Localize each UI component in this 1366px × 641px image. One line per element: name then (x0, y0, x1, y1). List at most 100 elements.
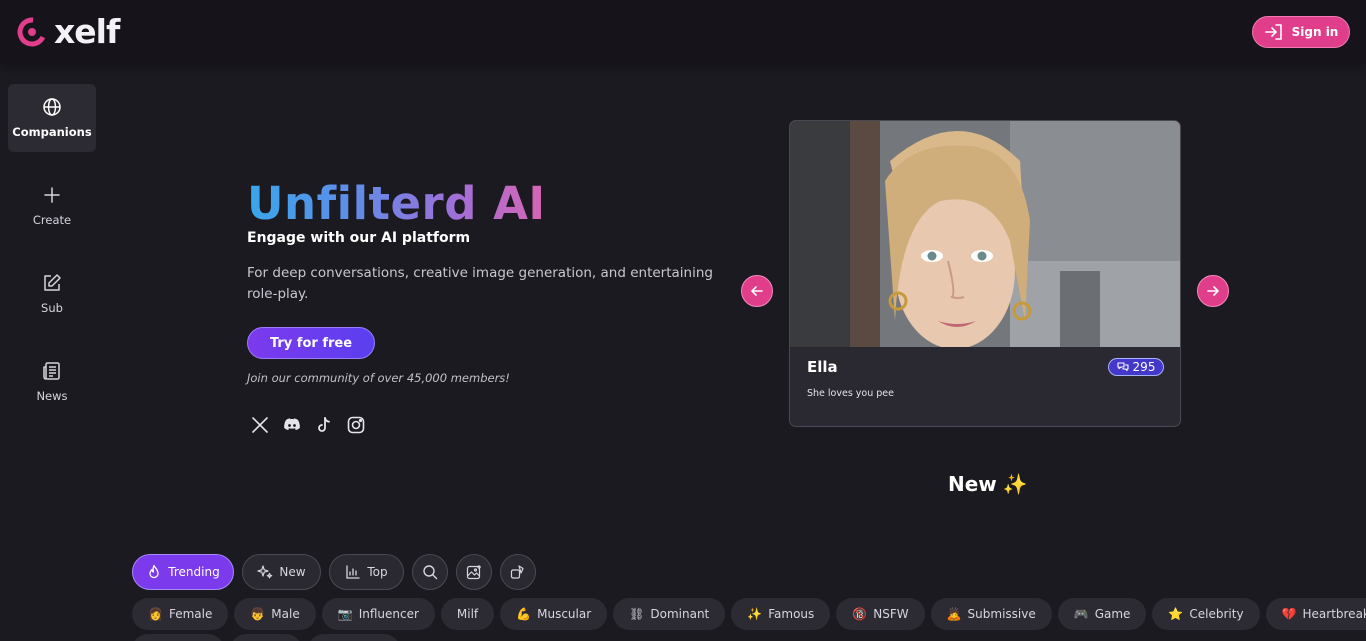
sign-in-icon (1264, 24, 1282, 40)
tag-emoji: 👦 (250, 607, 266, 621)
logo-mark-icon (17, 17, 47, 47)
sidebar-item-sub[interactable]: Sub (8, 260, 96, 328)
image-generate-button[interactable] (456, 554, 492, 590)
sign-in-button[interactable]: Sign in (1252, 16, 1350, 48)
tag-female[interactable]: 👩 Female (132, 598, 229, 630)
tag-emoji: ✨ (747, 607, 763, 621)
tag-label: Muscular (537, 607, 592, 621)
tag-influencer[interactable]: 📷 Influencer (321, 598, 435, 630)
tag-nsfw[interactable]: 🔞 NSFW (836, 598, 925, 630)
sidebar-item-label: Sub (41, 301, 63, 315)
bar-chart-icon (346, 565, 361, 579)
tag-muscular[interactable]: 💪 Muscular (500, 598, 608, 630)
discord-icon[interactable] (282, 415, 302, 435)
logo[interactable]: xelf (16, 12, 120, 51)
tag-submissive[interactable]: 🙇 Submissive (930, 598, 1052, 630)
sign-in-label: Sign in (1291, 25, 1339, 39)
tag-label: Female (168, 607, 213, 621)
category-tags-overflow-row (132, 634, 400, 641)
search-button[interactable] (412, 554, 448, 590)
tag-dominant[interactable]: ⛓ Dominant (613, 598, 726, 630)
sidebar: Companions Create Sub News (8, 84, 96, 436)
tag-partial[interactable] (132, 634, 224, 641)
edit-icon (44, 274, 61, 291)
tab-label: Trending (168, 565, 220, 579)
tag-emoji: 📷 (337, 607, 353, 621)
tab-new[interactable]: New (242, 554, 321, 590)
flame-icon (149, 564, 159, 579)
categories-button[interactable] (500, 554, 536, 590)
character-description: She loves you pee (807, 388, 894, 399)
filter-tabs: Trending New Top (132, 554, 536, 590)
tiktok-icon[interactable] (314, 415, 334, 435)
featured-character-card[interactable]: Ella 295 She loves you pee (789, 120, 1181, 427)
tag-emoji: 💪 (516, 607, 532, 621)
tag-label: NSFW (873, 607, 909, 621)
sidebar-item-label: Companions (12, 125, 92, 139)
x-icon[interactable] (250, 415, 270, 435)
image-add-icon (466, 565, 481, 580)
tab-trending[interactable]: Trending (132, 554, 234, 590)
newspaper-icon (43, 362, 60, 380)
category-tags: 👩 Female 👦 Male 📷 Influencer Milf 💪 Muscular… (132, 598, 1366, 630)
tag-male[interactable]: 👦 Male (234, 598, 316, 630)
chat-count: 295 (1132, 360, 1156, 374)
logo-text: xelf (54, 12, 120, 51)
sparkles-emoji: ✨ (1002, 472, 1028, 496)
sidebar-item-companions[interactable]: Companions (8, 84, 96, 152)
instagram-icon[interactable] (346, 415, 366, 435)
tag-famous[interactable]: ✨ Famous (731, 598, 831, 630)
hero-description: For deep conversations, creative image g… (247, 265, 713, 302)
sidebar-item-news[interactable]: News (8, 348, 96, 416)
tag-milf[interactable]: Milf (440, 598, 495, 630)
tag-label: Male (271, 607, 300, 621)
top-bar: xelf Sign in (0, 0, 1366, 64)
social-links (250, 415, 366, 435)
tag-label: Heartbreak (1302, 607, 1366, 621)
search-icon (423, 565, 438, 580)
hero-subtitle: Engage with our AI platform (247, 230, 471, 246)
sidebar-item-label: Create (32, 213, 72, 227)
tag-celebrity[interactable]: ⭐ Celebrity (1152, 598, 1260, 630)
hero-title: Unfilterd AI (247, 177, 546, 230)
carousel-prev-button[interactable] (741, 275, 773, 307)
arrow-right-icon (1207, 286, 1219, 296)
tag-label: Famous (768, 607, 815, 621)
plus-icon (44, 187, 60, 203)
community-note: Join our community of over 45,000 member… (247, 371, 510, 385)
tag-game[interactable]: 🎮 Game (1057, 598, 1147, 630)
tag-label: Dominant (650, 607, 710, 621)
tag-emoji: 💔 (1281, 607, 1297, 621)
try-for-free-button[interactable]: Try for free (247, 327, 375, 359)
shapes-icon (510, 565, 524, 579)
tag-partial[interactable] (230, 634, 302, 641)
sidebar-item-label: News (36, 389, 68, 403)
character-name: Ella (807, 358, 838, 376)
tag-label: Influencer (358, 607, 419, 621)
character-portrait (790, 121, 1180, 347)
tag-emoji: 👩 (148, 607, 163, 621)
tag-label: Submissive (967, 607, 1036, 621)
tab-top[interactable]: Top (329, 554, 404, 590)
tag-label: Celebrity (1189, 607, 1244, 621)
new-heading-text: New (948, 472, 997, 496)
tag-emoji: 🎮 (1073, 607, 1089, 621)
tag-partial[interactable] (308, 634, 400, 641)
tag-emoji: ⭐ (1168, 607, 1184, 621)
tab-label: Top (367, 565, 388, 579)
tag-label: Milf (456, 607, 479, 621)
tag-label: Game (1094, 607, 1131, 621)
chat-count-badge: 295 (1108, 358, 1164, 376)
globe-icon (43, 98, 61, 116)
tag-emoji: 🙇 (946, 607, 962, 621)
tag-emoji: 🔞 (852, 607, 868, 621)
tag-emoji: ⛓ (629, 607, 645, 621)
tag-heartbreak[interactable]: 💔 Heartbreak (1265, 598, 1366, 630)
sparkles-icon (257, 565, 273, 579)
chat-bubbles-icon (1116, 362, 1129, 372)
tab-label: New (279, 565, 306, 579)
arrow-left-icon (751, 286, 763, 296)
sidebar-item-create[interactable]: Create (8, 172, 96, 240)
new-section-heading: New ✨ (948, 472, 1028, 496)
carousel-next-button[interactable] (1197, 275, 1229, 307)
